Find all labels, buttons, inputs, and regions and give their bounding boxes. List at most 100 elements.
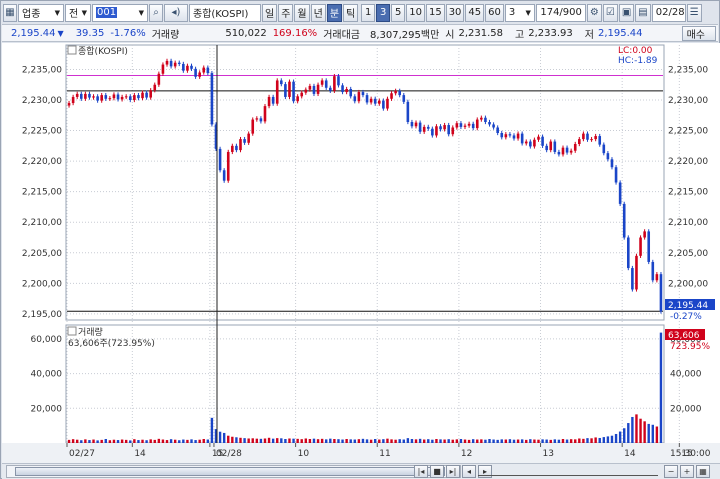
sound-button[interactable]: ◂) (164, 3, 188, 22)
candle (349, 89, 353, 97)
volume-bar (288, 438, 291, 443)
price-axis-label: 2,220,00 (22, 157, 62, 167)
candle (100, 95, 103, 101)
price-axis-label: 2,210,00 (22, 218, 62, 228)
period-tab[interactable]: 년 (310, 3, 326, 22)
last-price-label: 2,195.44 (668, 301, 708, 311)
period-tab[interactable]: 주 (278, 3, 294, 22)
interval-select[interactable]: 3 ▼ (504, 3, 535, 22)
buy-button[interactable]: 매수 (681, 25, 716, 41)
volume-bar (92, 439, 95, 443)
x-axis-label: 12 (461, 449, 472, 459)
period-tab[interactable]: 일 (262, 3, 278, 22)
volume-bar (467, 439, 471, 443)
volume-bar (365, 439, 369, 443)
volume-label: 거래량 (151, 29, 180, 41)
candle (545, 145, 548, 151)
volume-bar (235, 437, 238, 443)
x-axis-label: 02/28 (216, 449, 242, 459)
chart-area[interactable]: 2,235,00 2,235,00 2,230,00 2,230,00 2,225,00… (2, 43, 720, 463)
zoom-slider[interactable] (478, 467, 658, 476)
candle (275, 80, 279, 104)
volume-bar (512, 439, 516, 443)
volume-bar (157, 438, 161, 443)
time-field[interactable]: 02/28 (651, 3, 686, 22)
x-axis-label: 11 (379, 449, 390, 459)
price-axis-label: 2,195,00 (22, 310, 62, 320)
candle (124, 96, 128, 98)
volume-bar (169, 439, 173, 443)
volume-bar (402, 439, 405, 443)
settings-button[interactable]: ⚙ (586, 3, 602, 22)
volume-bar (480, 439, 483, 443)
hc-label: HC:-1.89 (618, 56, 658, 66)
candle (369, 98, 373, 103)
minute-tab[interactable]: 60 (485, 3, 504, 22)
candle (243, 139, 246, 143)
volume-bar (516, 439, 520, 443)
candle (418, 122, 422, 132)
period-tab[interactable]: 틱 (343, 3, 359, 22)
menu-icon: ☰ (689, 7, 699, 18)
price-axis-label: 2,235,00 (22, 65, 62, 75)
candle (606, 153, 610, 160)
volume-bar (337, 439, 340, 443)
chart-canvas[interactable]: 2,235,00 2,235,00 2,230,00 2,230,00 2,225,00… (2, 43, 720, 463)
scrollbar-thumb[interactable] (15, 467, 445, 476)
candle (357, 92, 361, 102)
candle (402, 95, 406, 102)
candle (443, 125, 446, 130)
volume-bar (508, 439, 512, 443)
volume-bar (341, 439, 344, 443)
horizontal-scrollbar[interactable] (6, 465, 461, 478)
layout-icon[interactable]: ▦ (3, 3, 17, 22)
x-axis-label: 13 (543, 449, 554, 459)
candle (635, 255, 638, 290)
code-input[interactable]: 001 ▼ (92, 3, 148, 22)
minute-tabs: 1 3 5 10 15 30 45 60 (361, 3, 504, 22)
last-pct-label: -0.27% (670, 312, 702, 322)
minute-tab[interactable]: 10 (406, 3, 425, 22)
volume-bar (500, 439, 503, 443)
market-select[interactable]: 업종 ▼ (18, 3, 64, 22)
minute-tab[interactable]: 1 (361, 3, 376, 22)
minute-tab[interactable]: 3 (376, 3, 391, 22)
minute-tab[interactable]: 30 (445, 3, 465, 22)
candle (67, 103, 71, 106)
candle (431, 128, 434, 136)
candle (435, 126, 438, 136)
last-button[interactable]: ▸| (446, 465, 460, 478)
period-tab[interactable]: 월 (294, 3, 310, 22)
stop-button[interactable]: ■ (430, 465, 444, 478)
count-field[interactable]: 174/900 (535, 3, 586, 22)
calendar-button[interactable]: ▤ (635, 3, 651, 22)
search-button[interactable]: ⌕ (149, 3, 163, 22)
volume-bar (431, 439, 434, 443)
check-button[interactable]: ☑ (602, 3, 618, 22)
minute-tab[interactable]: 45 (465, 3, 485, 22)
save-button[interactable]: ▣ (618, 3, 635, 22)
volume-bar (206, 439, 210, 443)
last-icon: ▸| (449, 467, 457, 476)
jeon-label: 전 (69, 9, 79, 20)
candle (471, 123, 475, 129)
minute-tab[interactable]: 15 (425, 3, 445, 22)
candle (508, 134, 512, 136)
period-tab[interactable]: 분 (326, 3, 343, 22)
candle (182, 63, 185, 71)
volume-bar (610, 435, 614, 443)
grid-button[interactable]: ▦ (696, 465, 710, 478)
candle (316, 84, 320, 94)
candle (529, 141, 532, 147)
zoom-out-button[interactable]: − (664, 465, 678, 478)
minute-tab[interactable]: 5 (391, 3, 406, 22)
jeon-select[interactable]: 전 ▼ (65, 3, 91, 22)
menu-button[interactable]: ☰ (686, 3, 702, 22)
first-button[interactable]: |◂ (414, 465, 428, 478)
candle (329, 87, 332, 91)
candle (112, 94, 116, 99)
volume-bar (443, 439, 446, 443)
prev-button[interactable]: ◂ (462, 465, 476, 478)
zoom-in-button[interactable]: + (680, 465, 694, 478)
candle (516, 133, 520, 139)
